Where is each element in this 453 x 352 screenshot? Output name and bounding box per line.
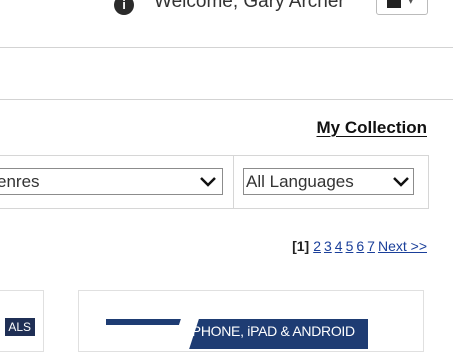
my-collection-link[interactable]: My Collection: [316, 118, 427, 138]
pagination: [1] 2 3 4 5 6 7 Next >>: [292, 238, 427, 254]
languages-select[interactable]: All Languages: [243, 168, 414, 195]
genres-select-value: enres: [0, 172, 40, 191]
account-menu-icon: [387, 0, 401, 8]
divider: [0, 47, 453, 48]
card-banner-text: iPHONE, iPAD & ANDROID: [189, 323, 355, 339]
card-banner: iPHONE, iPAD & ANDROID: [106, 319, 368, 349]
chevron-down-icon: [200, 177, 216, 187]
divider: [0, 99, 453, 100]
account-dropdown[interactable]: ▾: [376, 0, 428, 15]
product-card[interactable]: iPHONE, iPAD & ANDROID: [78, 290, 424, 352]
page-link-3[interactable]: 3: [324, 238, 332, 254]
page-link-6[interactable]: 6: [356, 238, 364, 254]
page-link-5[interactable]: 5: [346, 238, 354, 254]
user-icon[interactable]: i: [114, 0, 134, 15]
welcome-text: Welcome, Gary Archer: [154, 0, 345, 12]
next-page-link[interactable]: Next >>: [378, 238, 427, 254]
filter-bar: enres All Languages: [0, 155, 429, 209]
current-page: [1]: [292, 238, 310, 254]
chevron-down-icon: [393, 177, 409, 187]
chevron-down-icon: ▾: [408, 0, 414, 7]
genres-select[interactable]: enres: [0, 168, 223, 195]
top-bar: i Welcome, Gary Archer ▾: [0, 0, 453, 47]
product-card[interactable]: ALS: [0, 290, 44, 352]
page-link-4[interactable]: 4: [335, 238, 343, 254]
languages-select-value: All Languages: [246, 172, 354, 191]
page-link-2[interactable]: 2: [313, 238, 321, 254]
page-link-7[interactable]: 7: [367, 238, 375, 254]
filter-separator: [233, 156, 234, 208]
card-badge: ALS: [5, 318, 35, 336]
